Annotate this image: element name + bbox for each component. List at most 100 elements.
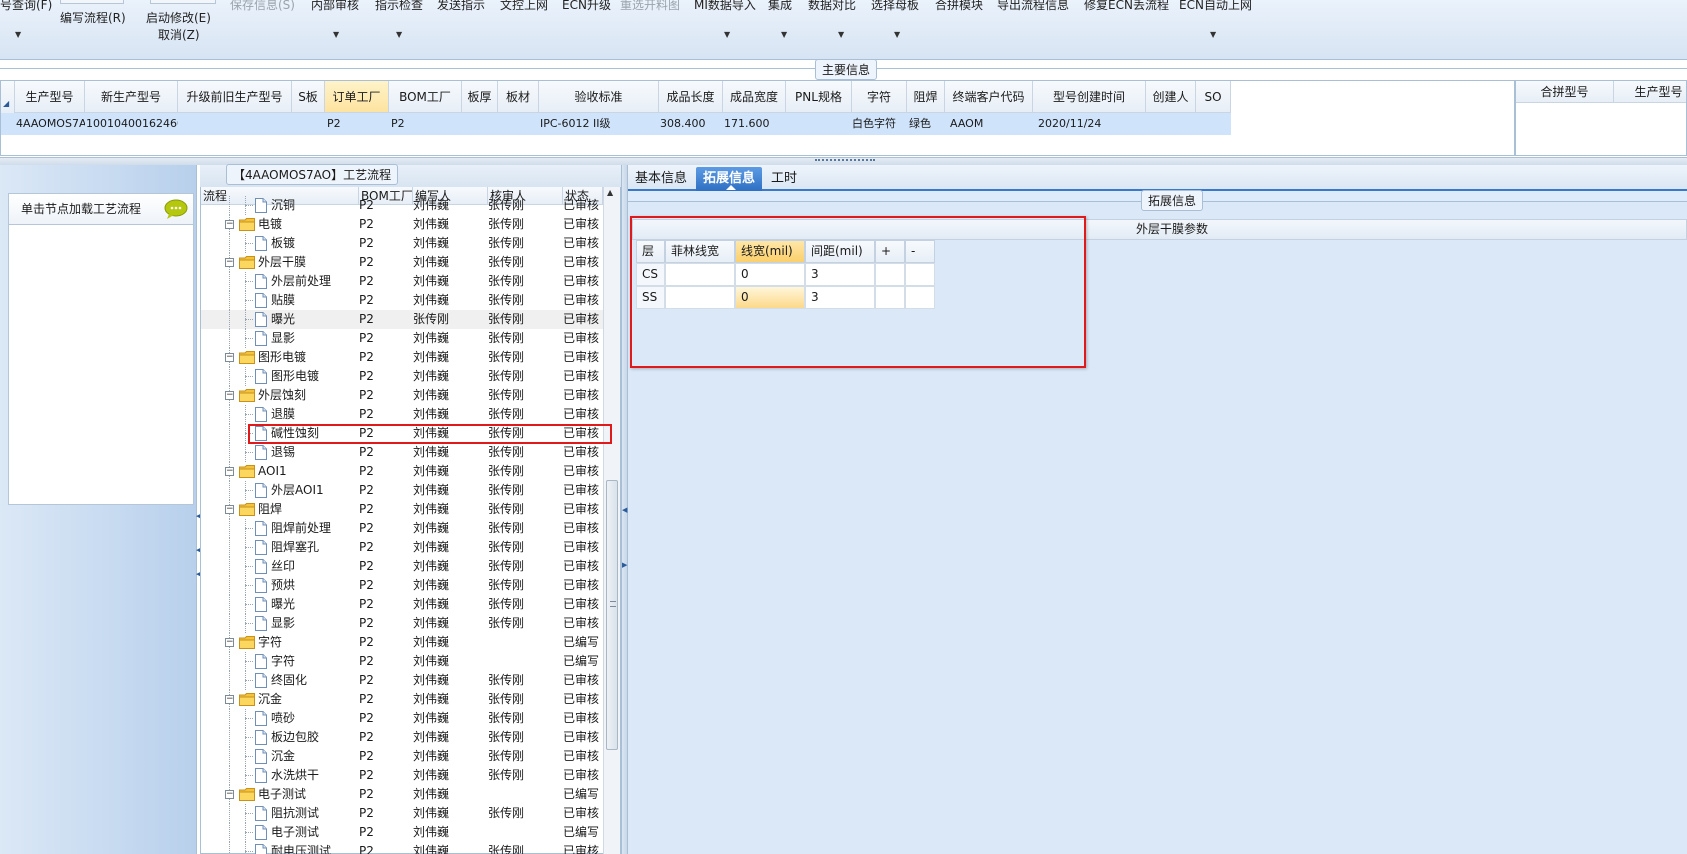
tree-node-label[interactable]: 曝光: [271, 310, 295, 329]
tree-row[interactable]: 字符 P2 刘伟巍 已编写: [201, 652, 603, 671]
col-header-standard[interactable]: 验收标准: [539, 81, 659, 113]
collapse-toggle-icon[interactable]: −: [225, 220, 234, 229]
tree-row[interactable]: 外层AOI1 P2 刘伟巍 张传刚 已审核: [201, 481, 603, 500]
cell-order-factory[interactable]: P2: [324, 113, 388, 135]
tree-node-label[interactable]: 水洗烘干: [271, 766, 319, 785]
col-header-customer[interactable]: 终端客户代码: [945, 81, 1033, 113]
tree-row[interactable]: 沉金 P2 刘伟巍 张传刚 已审核: [201, 747, 603, 766]
tree-node-label[interactable]: 显影: [271, 329, 295, 348]
vertical-splitter[interactable]: ◀ ▶: [621, 165, 628, 854]
tree-node-label[interactable]: 电镀: [258, 215, 282, 234]
collapse-toggle-icon[interactable]: −: [225, 505, 234, 514]
col-header-old-model[interactable]: 升级前旧生产型号: [178, 81, 292, 113]
cell-solder[interactable]: 绿色: [906, 113, 946, 135]
tree-row[interactable]: − 沉金 P2 刘伟巍 张传刚 已审核: [201, 690, 603, 709]
node-list[interactable]: [8, 225, 194, 505]
edit-flow-button[interactable]: 编写流程(R): [60, 9, 126, 26]
tree-node-label[interactable]: 外层蚀刻: [258, 386, 306, 405]
ecn-upgrade-button[interactable]: ECN升级: [562, 0, 611, 13]
tree-node-label[interactable]: AOI1: [258, 462, 287, 481]
dropdown-arrow-icon[interactable]: ▼: [396, 30, 402, 39]
tree-row[interactable]: 阻焊塞孔 P2 刘伟巍 张传刚 已审核: [201, 538, 603, 557]
cell-film-width-cs[interactable]: [665, 263, 735, 286]
integrate-button[interactable]: 集成: [768, 0, 792, 13]
tree-node-label[interactable]: 预烘: [271, 576, 295, 595]
tree-node-label[interactable]: 板镀: [271, 234, 295, 253]
col-header-width[interactable]: 成品宽度: [723, 81, 786, 113]
col-header-side-model[interactable]: 生产型号: [1614, 81, 1686, 103]
col-header-thickness[interactable]: 板厚: [462, 81, 498, 113]
collapse-toggle-icon[interactable]: −: [225, 638, 234, 647]
tree-node-label[interactable]: 外层干膜: [258, 253, 306, 272]
col-header-layer[interactable]: 层: [636, 240, 665, 263]
tree-row[interactable]: 图形电镀 P2 刘伟巍 张传刚 已审核: [201, 367, 603, 386]
cell-created[interactable]: 2020/11/24: [1035, 113, 1145, 135]
cancel-button[interactable]: 取消(Z): [158, 26, 200, 43]
col-header-merge-model[interactable]: 合拼型号: [1516, 81, 1614, 103]
collapse-toggle-icon[interactable]: −: [225, 353, 234, 362]
cell-spacing-cs[interactable]: 3: [805, 263, 875, 286]
dropdown-arrow-icon[interactable]: ▼: [724, 30, 730, 39]
tree-node-label[interactable]: 阻焊: [258, 500, 282, 519]
collapse-toggle-icon[interactable]: −: [225, 467, 234, 476]
tree-row[interactable]: − 字符 P2 刘伟巍 已编写: [201, 633, 603, 652]
collapse-toggle-icon[interactable]: −: [225, 695, 234, 704]
cell-new-model[interactable]: 10010400162460: [83, 113, 178, 135]
tree-node-label[interactable]: 丝印: [271, 557, 295, 576]
tree-node-label[interactable]: 字符: [258, 633, 282, 652]
tree-row[interactable]: 板镀 P2 刘伟巍 张传刚 已审核: [201, 234, 603, 253]
add-column-button[interactable]: +: [875, 240, 905, 263]
tree-node-label[interactable]: 沉金: [271, 747, 295, 766]
tree-node-label[interactable]: 图形电镀: [271, 367, 319, 386]
cell-model[interactable]: 4AAOMOS7AO: [13, 113, 85, 135]
cell-length[interactable]: 308.400: [657, 113, 721, 135]
cell-width[interactable]: 171.600: [721, 113, 785, 135]
tab-basic-info[interactable]: 基本信息: [628, 167, 694, 191]
tree-node-label[interactable]: 图形电镀: [258, 348, 306, 367]
tree-row[interactable]: 预烘 P2 刘伟巍 张传刚 已审核: [201, 576, 603, 595]
tree-node-label[interactable]: 板边包胶: [271, 728, 319, 747]
dropdown-arrow-icon[interactable]: ▼: [333, 30, 339, 39]
tree-node-label[interactable]: 沉铜: [271, 196, 295, 215]
col-header-bom-factory[interactable]: BOM工厂: [389, 81, 462, 113]
tree-row[interactable]: 曝光 P2 张传刚 张传刚 已审核: [201, 310, 603, 329]
cell-film-width-ss[interactable]: [665, 286, 735, 309]
cell-line-width-cs[interactable]: 0: [735, 263, 805, 286]
tree-row[interactable]: 板边包胶 P2 刘伟巍 张传刚 已审核: [201, 728, 603, 747]
dropdown-arrow-icon[interactable]: ▼: [838, 30, 844, 39]
tree-row[interactable]: − 图形电镀 P2 刘伟巍 张传刚 已审核: [201, 348, 603, 367]
tree-row[interactable]: 外层前处理 P2 刘伟巍 张传刚 已审核: [201, 272, 603, 291]
col-header-so[interactable]: SO: [1196, 81, 1231, 113]
tree-node-label[interactable]: 显影: [271, 614, 295, 633]
collapse-toggle-icon[interactable]: −: [225, 258, 234, 267]
cell-bom-factory[interactable]: P2: [388, 113, 461, 135]
tree-row[interactable]: − 外层干膜 P2 刘伟巍 张传刚 已审核: [201, 253, 603, 272]
collapse-right-icon[interactable]: ◀: [622, 506, 627, 514]
collapse-toggle-icon[interactable]: −: [225, 790, 234, 799]
tree-row[interactable]: 退膜 P2 刘伟巍 张传刚 已审核: [201, 405, 603, 424]
tree-node-label[interactable]: 字符: [271, 652, 295, 671]
tree-node-label[interactable]: 退锡: [271, 443, 295, 462]
tree-node-label[interactable]: 退膜: [271, 405, 295, 424]
cell-customer[interactable]: AAOM: [947, 113, 1033, 135]
tree-row[interactable]: 碱性蚀刻 P2 刘伟巍 张传刚 已审核: [201, 424, 603, 443]
tree-row[interactable]: − 电子测试 P2 刘伟巍 已编写: [201, 785, 603, 804]
dropdown-arrow-icon[interactable]: ▼: [1210, 30, 1216, 39]
scrollbar-thumb[interactable]: [606, 480, 618, 750]
tree-node-label[interactable]: 曝光: [271, 595, 295, 614]
tree-node-label[interactable]: 外层前处理: [271, 272, 331, 291]
reselect-cut-chart-button[interactable]: 重选开料图: [620, 0, 680, 13]
col-header-length[interactable]: 成品长度: [659, 81, 723, 113]
tree-row[interactable]: 显影 P2 刘伟巍 张传刚 已审核: [201, 329, 603, 348]
cell-char[interactable]: 白色字符: [849, 113, 905, 135]
tree-node-label[interactable]: 外层AOI1: [271, 481, 324, 500]
cell-layer-cs[interactable]: CS: [636, 263, 665, 286]
tree-row[interactable]: 沉铜 P2 刘伟巍 张传刚 已审核: [201, 196, 603, 215]
tree-node-label[interactable]: 阻焊塞孔: [271, 538, 319, 557]
tree-row[interactable]: 贴膜 P2 刘伟巍 张传刚 已审核: [201, 291, 603, 310]
tree-node-label[interactable]: 阻抗测试: [271, 804, 319, 823]
doc-control-online-button[interactable]: 文控上网: [500, 0, 548, 13]
tree-node-label[interactable]: 终固化: [271, 671, 307, 690]
send-instruction-button[interactable]: 发送指示: [437, 0, 485, 13]
tree-row[interactable]: 退锡 P2 刘伟巍 张传刚 已审核: [201, 443, 603, 462]
